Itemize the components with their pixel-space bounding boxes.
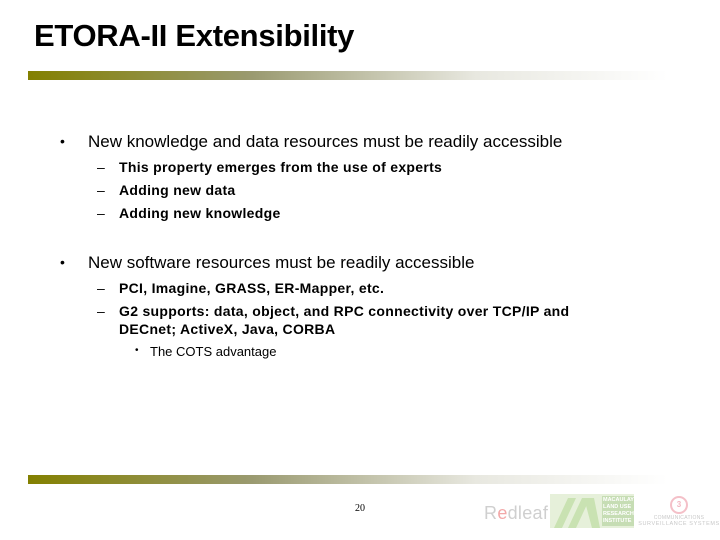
title-underline-rule [28,71,668,80]
macaulay-logo-text: MACAULAY LAND USE RESEARCH INSTITUTE [602,496,634,526]
redleaf-logo: Redleaf [484,503,548,524]
bullet-marker: • [60,133,65,149]
sub-bullet-text: This property emerges from the use of ex… [119,159,443,175]
dash-marker: – [97,205,105,221]
bullet-text: New knowledge and data resources must be… [88,132,563,151]
redleaf-logo-accent: e [497,503,508,523]
csys-logo-line2: SURVEILLANCE SYSTEMS [638,521,720,527]
sub-bullet-text: Adding new knowledge [119,205,281,221]
dash-marker: – [97,159,105,175]
sub-bullet-text: G2 supports: data, object, and RPC conne… [119,303,570,319]
redleaf-logo-prefix: R [484,503,498,523]
dash-marker: – [97,303,105,319]
macaulay-m-icon [554,498,600,528]
circle-logo-icon: 3 [670,496,688,514]
redleaf-logo-suffix: dleaf [507,503,549,523]
page-number: 20 [355,503,365,514]
slide-title: ETORA-II Extensibility [34,18,355,53]
sub-bullet-text: PCI, Imagine, GRASS, ER-Mapper, etc. [119,280,385,296]
footer-rule [28,475,668,484]
bullet-marker: • [135,345,139,356]
dash-marker: – [97,280,105,296]
dash-marker: – [97,182,105,198]
sub-bullet-continuation-text: DECnet; ActiveX, Java, CORBA [119,321,336,337]
bullet-text: New software resources must be readily a… [88,253,475,272]
bullet-marker: • [60,254,65,270]
sub-bullet-text: Adding new data [119,182,236,198]
macaulay-institute-logo: MACAULAY LAND USE RESEARCH INSTITUTE [550,494,634,528]
sub-sub-bullet-text: The COTS advantage [150,344,277,359]
communications-systems-logo: 3 COMMUNICATIONS SURVEILLANCE SYSTEMS [638,494,720,527]
